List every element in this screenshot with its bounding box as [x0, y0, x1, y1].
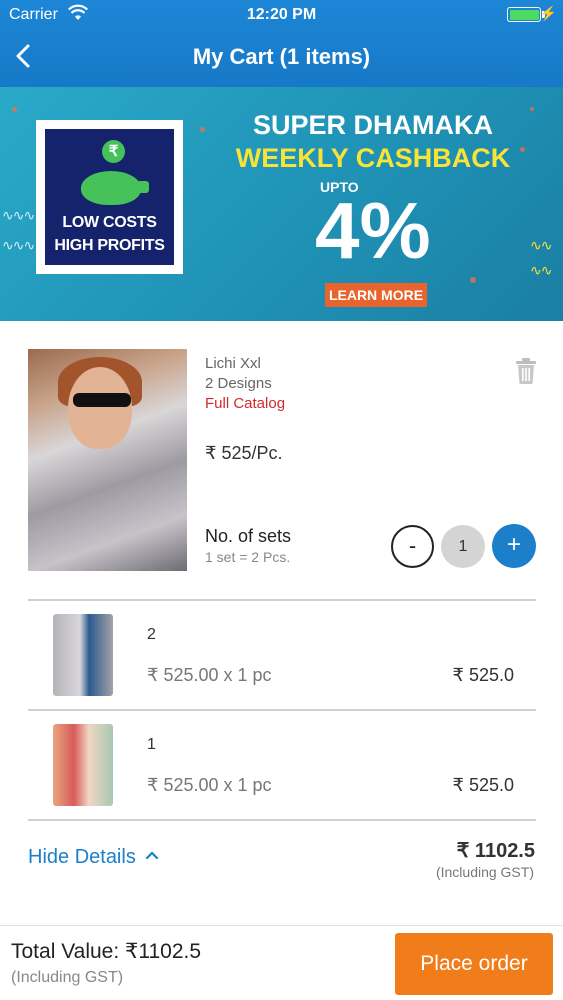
banner-wave: ∿∿∿	[2, 207, 35, 223]
hide-details-label: Hide Details	[28, 846, 136, 868]
product-designs-count: 2 Designs	[205, 375, 272, 392]
design-number: 2	[147, 626, 156, 643]
banner-subheadline: WEEKLY CASHBACK	[235, 143, 511, 173]
footer-gst-note: (Including GST)	[11, 969, 124, 986]
piggy-bank-snout	[137, 181, 149, 193]
navigation-bar: My Cart (1 items)	[0, 36, 563, 78]
banner-headline: SUPER DHAMAKA	[252, 110, 493, 140]
quantity-value: 1	[441, 525, 485, 568]
checkout-footer: Total Value: ₹1102.5 (Including GST) Pla…	[0, 925, 563, 1000]
piggy-bank-icon	[81, 171, 141, 205]
product-image-face	[68, 367, 132, 449]
design-price-calc: ₹ 525.00 x 1 pc	[147, 665, 272, 685]
trash-icon[interactable]	[513, 357, 539, 385]
charging-icon: ⚡	[539, 5, 557, 21]
chevron-up-icon	[146, 851, 159, 860]
logo-text-line1: LOW COSTS	[62, 214, 157, 231]
price-per-piece: ₹ 525/Pc.	[205, 443, 283, 463]
minus-icon: -	[408, 533, 417, 558]
hide-details-toggle[interactable]: Hide Details	[28, 846, 159, 869]
cashback-banner[interactable]: ∿∿∿ ∿∿∿ ∿∿ ∿∿ ₹ LOW COSTS HIGH PROFITS S…	[0, 87, 563, 321]
increase-quantity-button[interactable]: +	[492, 524, 536, 568]
catalog-type: Full Catalog	[205, 395, 286, 412]
low-costs-logo: ₹ LOW COSTS HIGH PROFITS	[36, 120, 183, 274]
app-header: Carrier 12:20 PM ⚡ My Cart (1 items)	[0, 0, 563, 87]
divider	[28, 709, 536, 711]
banner-wave: ∿∿	[530, 237, 552, 253]
banner-dot	[470, 277, 476, 283]
decrease-quantity-button[interactable]: -	[391, 525, 434, 568]
design-price-calc: ₹ 525.00 x 1 pc	[147, 775, 272, 795]
divider	[28, 819, 536, 821]
set-size-note: 1 set = 2 Pcs.	[205, 549, 291, 565]
banner-percent: 4%	[315, 186, 431, 275]
status-bar: Carrier 12:20 PM ⚡	[0, 0, 563, 30]
page-title: My Cart (1 items)	[192, 44, 371, 69]
banner-dot	[520, 147, 525, 152]
learn-more-button[interactable]: LEARN MORE	[325, 283, 427, 307]
banner-wave: ∿∿	[530, 262, 552, 278]
design-line-total: ₹ 525.0	[452, 775, 515, 795]
logo-inner: ₹ LOW COSTS HIGH PROFITS	[45, 129, 174, 265]
banner-dot	[12, 107, 17, 112]
clock: 12:20 PM	[246, 6, 317, 23]
total-value-label: Total Value: ₹1102.5	[11, 940, 202, 963]
logo-text-line2: HIGH PROFITS	[54, 237, 165, 254]
divider	[28, 599, 536, 601]
rupee-coin-icon: ₹	[102, 140, 125, 163]
banner-dot	[200, 127, 205, 132]
sets-label: No. of sets	[205, 526, 292, 546]
place-order-button[interactable]: Place order	[395, 933, 553, 995]
banner-wave: ∿∿∿	[2, 237, 35, 253]
plus-icon: +	[506, 531, 521, 558]
design-thumbnail	[53, 724, 113, 806]
product-name: Lichi Xxl	[205, 355, 261, 372]
logo-text: LOW COSTS HIGH PROFITS	[45, 211, 174, 257]
design-number: 1	[147, 736, 156, 753]
design-thumbnail	[53, 614, 113, 696]
battery-icon	[507, 7, 541, 22]
banner-dot	[530, 107, 534, 111]
design-line-total: ₹ 525.0	[452, 665, 515, 685]
product-image-sunglasses	[73, 393, 131, 407]
cart-total-gst-note: (Including GST)	[435, 864, 534, 880]
product-image	[28, 349, 187, 571]
cart-total: ₹ 1102.5	[456, 840, 535, 862]
